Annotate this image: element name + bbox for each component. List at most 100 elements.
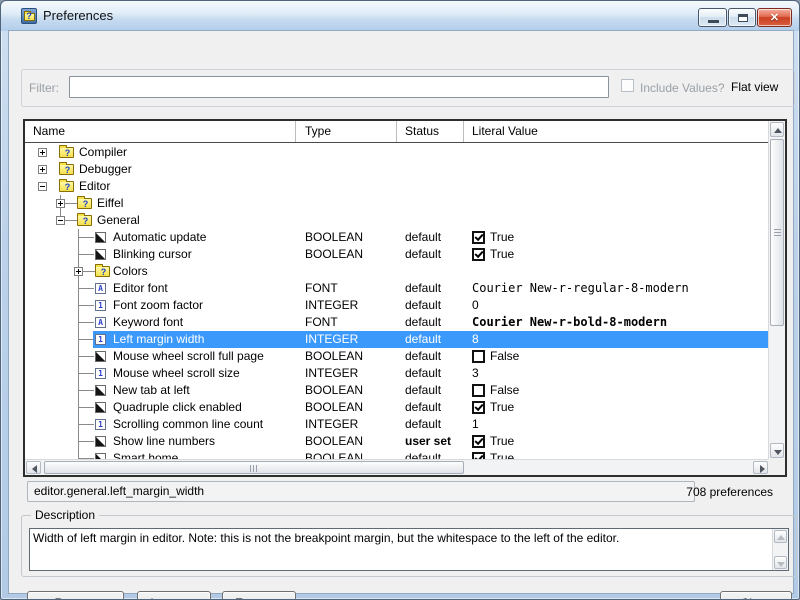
pref-type: BOOLEAN bbox=[305, 450, 363, 459]
restore-defaults-button[interactable]: Restore Defaults bbox=[27, 591, 124, 600]
pref-status: default bbox=[405, 416, 441, 433]
tree-branch-line bbox=[78, 322, 94, 323]
value-checkbox[interactable] bbox=[472, 452, 485, 459]
tree-row[interactable]: Blinking cursorBOOLEANdefaultTrue bbox=[25, 246, 768, 263]
pref-type: BOOLEAN bbox=[305, 246, 363, 263]
tree-row[interactable]: ?Compiler bbox=[25, 144, 768, 161]
collapse-toggle[interactable] bbox=[56, 216, 65, 225]
pref-type: BOOLEAN bbox=[305, 399, 363, 416]
pref-status: default bbox=[405, 348, 441, 365]
tree-row[interactable]: Show line numbersBOOLEANuser setTrue bbox=[25, 433, 768, 450]
value-checkbox[interactable] bbox=[472, 384, 485, 397]
tree-row[interactable]: AKeyword fontFONTdefaultCourier New-r-bo… bbox=[25, 314, 768, 331]
integer-pref-icon: 1 bbox=[95, 368, 106, 379]
pref-type: BOOLEAN bbox=[305, 433, 363, 450]
close-button[interactable]: Close bbox=[720, 591, 792, 600]
pref-name: Colors bbox=[113, 263, 148, 280]
scroll-left-button[interactable] bbox=[26, 461, 41, 474]
description-scrollbar[interactable] bbox=[772, 529, 788, 570]
value-checkbox[interactable] bbox=[472, 350, 485, 363]
scroll-down-button[interactable] bbox=[770, 443, 784, 458]
value-checkbox[interactable] bbox=[472, 401, 485, 414]
boolean-pref-icon bbox=[95, 385, 106, 396]
tree-row[interactable]: 1Left margin widthINTEGERdefault8 bbox=[25, 331, 768, 348]
tree-branch-line bbox=[78, 373, 94, 374]
close-window-button[interactable]: ✕ bbox=[757, 8, 792, 27]
description-textarea[interactable]: Width of left margin in editor. Note: th… bbox=[29, 528, 789, 571]
vertical-scrollbar[interactable] bbox=[768, 121, 785, 459]
boolean-pref-icon bbox=[95, 232, 106, 243]
font-pref-icon: A bbox=[95, 317, 106, 328]
pref-value: 1 bbox=[472, 416, 479, 433]
pref-value: True bbox=[490, 399, 514, 416]
folder-icon: ? bbox=[59, 164, 74, 175]
tree-branch-line bbox=[65, 203, 77, 204]
flat-view-toggle[interactable]: Flat view bbox=[731, 80, 778, 94]
selected-preference-path: editor.general.left_margin_width bbox=[27, 481, 695, 502]
tree-branch-line bbox=[78, 441, 94, 442]
tree-row[interactable]: Quadruple click enabledBOOLEANdefaultTru… bbox=[25, 399, 768, 416]
tree-row[interactable]: Mouse wheel scroll full pageBOOLEANdefau… bbox=[25, 348, 768, 365]
description-group-label: Description bbox=[31, 508, 99, 522]
tree-row[interactable]: 1Font zoom factorINTEGERdefault0 bbox=[25, 297, 768, 314]
grid-rows: ?Compiler?Debugger?Editor?Eiffel?General… bbox=[25, 143, 768, 459]
tree-row[interactable]: AEditor fontFONTdefaultCourier New-r-reg… bbox=[25, 280, 768, 297]
tree-row[interactable]: ?General bbox=[25, 212, 768, 229]
column-header-type[interactable]: Type bbox=[296, 121, 397, 142]
description-scroll-down-button[interactable] bbox=[774, 556, 787, 569]
expand-toggle[interactable] bbox=[38, 148, 47, 157]
tree-row[interactable]: ?Editor bbox=[25, 178, 768, 195]
folder-icon: ? bbox=[59, 147, 74, 158]
export-button[interactable]: Export ... bbox=[222, 591, 296, 600]
tree-row[interactable]: Automatic updateBOOLEANdefaultTrue bbox=[25, 229, 768, 246]
tree-row[interactable]: 1Mouse wheel scroll sizeINTEGERdefault3 bbox=[25, 365, 768, 382]
column-header-status[interactable]: Status bbox=[397, 121, 464, 142]
minimize-button[interactable] bbox=[698, 8, 727, 27]
pref-value: True bbox=[490, 246, 514, 263]
value-checkbox[interactable] bbox=[472, 248, 485, 261]
title-bar[interactable]: ? Preferences ✕ bbox=[1, 1, 799, 31]
horizontal-scroll-thumb[interactable] bbox=[44, 461, 464, 474]
pref-name: Mouse wheel scroll full page bbox=[113, 348, 264, 365]
pref-status: default bbox=[405, 399, 441, 416]
tree-row[interactable]: Smart homeBOOLEANdefaultTrue bbox=[25, 450, 768, 459]
folder-question-mark: ? bbox=[62, 148, 73, 158]
tree-branch-line bbox=[78, 424, 94, 425]
collapse-toggle[interactable] bbox=[38, 182, 47, 191]
preferences-window: ? Preferences ✕ Filter: Include Values? … bbox=[0, 0, 800, 600]
value-checkbox[interactable] bbox=[472, 231, 485, 244]
pref-name: Left margin width bbox=[113, 331, 204, 348]
pref-name: New tab at left bbox=[113, 382, 190, 399]
tree-row[interactable]: New tab at leftBOOLEANdefaultFalse bbox=[25, 382, 768, 399]
boolean-pref-icon bbox=[95, 402, 106, 413]
include-values-label: Include Values? bbox=[640, 81, 725, 95]
scroll-right-button[interactable] bbox=[753, 461, 768, 474]
tree-row[interactable]: ?Eiffel bbox=[25, 195, 768, 212]
tree-row[interactable]: ?Debugger bbox=[25, 161, 768, 178]
expand-toggle[interactable] bbox=[56, 199, 65, 208]
description-text: Width of left margin in editor. Note: th… bbox=[33, 531, 768, 545]
filter-label: Filter: bbox=[29, 81, 59, 95]
tree-row[interactable]: ?Colors bbox=[25, 263, 768, 280]
include-values-checkbox[interactable] bbox=[621, 79, 634, 92]
integer-pref-icon: 1 bbox=[95, 334, 106, 345]
pref-status: user set bbox=[405, 433, 451, 450]
scroll-up-button[interactable] bbox=[770, 122, 784, 137]
folder-icon: ? bbox=[95, 266, 110, 277]
expand-toggle[interactable] bbox=[74, 267, 83, 276]
maximize-button[interactable] bbox=[728, 8, 756, 27]
value-checkbox[interactable] bbox=[472, 435, 485, 448]
horizontal-scrollbar[interactable] bbox=[25, 459, 769, 475]
description-scroll-up-button[interactable] bbox=[774, 530, 787, 543]
expand-toggle[interactable] bbox=[38, 165, 47, 174]
column-header-literal-value[interactable]: Literal Value bbox=[464, 121, 768, 142]
import-button[interactable]: Import ... bbox=[137, 591, 211, 600]
vertical-scroll-thumb[interactable] bbox=[770, 139, 784, 326]
preferences-grid: NameTypeStatusLiteral Value ?Compiler?De… bbox=[23, 119, 787, 477]
filter-input[interactable] bbox=[69, 76, 609, 98]
column-header-name[interactable]: Name bbox=[25, 121, 296, 142]
scrollbar-corner bbox=[768, 459, 785, 475]
folder-icon: ? bbox=[77, 198, 92, 209]
tree-row[interactable]: 1Scrolling common line countINTEGERdefau… bbox=[25, 416, 768, 433]
pref-name: Blinking cursor bbox=[113, 246, 192, 263]
